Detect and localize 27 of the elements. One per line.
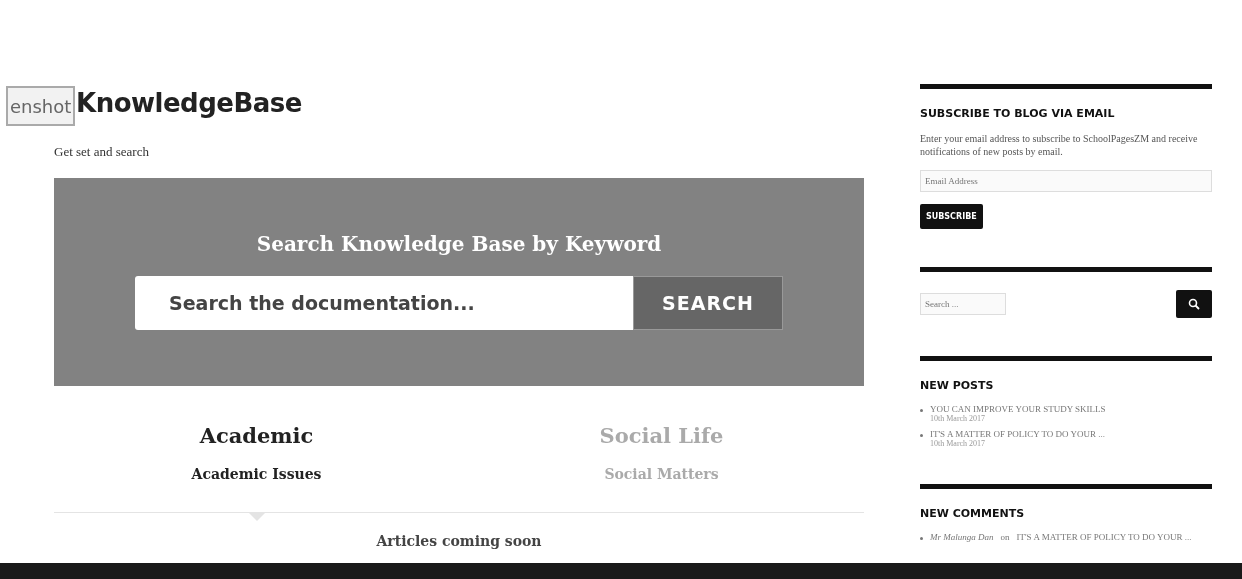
subscribe-text: Enter your email address to subscribe to SchoolPagesZM and receive notifications of new posts by email. (920, 132, 1199, 158)
widget-title: NEW COMMENTS (920, 507, 1026, 520)
site-tagline: Get set and search (54, 144, 150, 160)
category-tab[interactable]: Academic Academic Issues (54, 422, 459, 512)
bullet-icon (920, 409, 923, 412)
post-date: 10th March 2017 (930, 439, 987, 448)
search-field[interactable]: Search the documentation... (135, 276, 633, 330)
search-button[interactable]: SEARCH (633, 276, 783, 330)
bullet-icon (920, 434, 923, 437)
bullet-icon (920, 537, 923, 540)
banner-heading: Search Knowledge Base by Keyword (256, 232, 662, 256)
comment-author[interactable]: Mr Malunga Dan (930, 532, 994, 542)
subscribe-button[interactable]: SUBSCRIBE (920, 204, 983, 229)
widget-title: SUBSCRIBE TO BLOG VIA EMAIL (920, 107, 1116, 120)
widget-title: NEW POSTS (920, 379, 995, 392)
post-link[interactable]: YOU CAN IMPROVE YOUR STUDY SKILLS (930, 404, 1106, 414)
email-field[interactable]: Email Address (920, 170, 1212, 192)
post-link[interactable]: IT'S A MATTER OF POLICY TO DO YOUR ... (930, 429, 1105, 439)
sidebar-search-field[interactable]: Search ... (920, 293, 1006, 315)
search-icon (1188, 298, 1200, 310)
screenshot-button[interactable]: enshot (6, 86, 76, 126)
tab-content-text: Articles coming soon (375, 533, 543, 549)
post-date: 10th March 2017 (930, 414, 987, 423)
site-title[interactable]: KnowledgeBase (76, 88, 302, 118)
comment-on: on (1000, 532, 1010, 542)
comment-post-link[interactable]: IT'S A MATTER OF POLICY TO DO YOUR ... (1016, 532, 1192, 542)
search-icon-button[interactable] (1176, 290, 1212, 318)
